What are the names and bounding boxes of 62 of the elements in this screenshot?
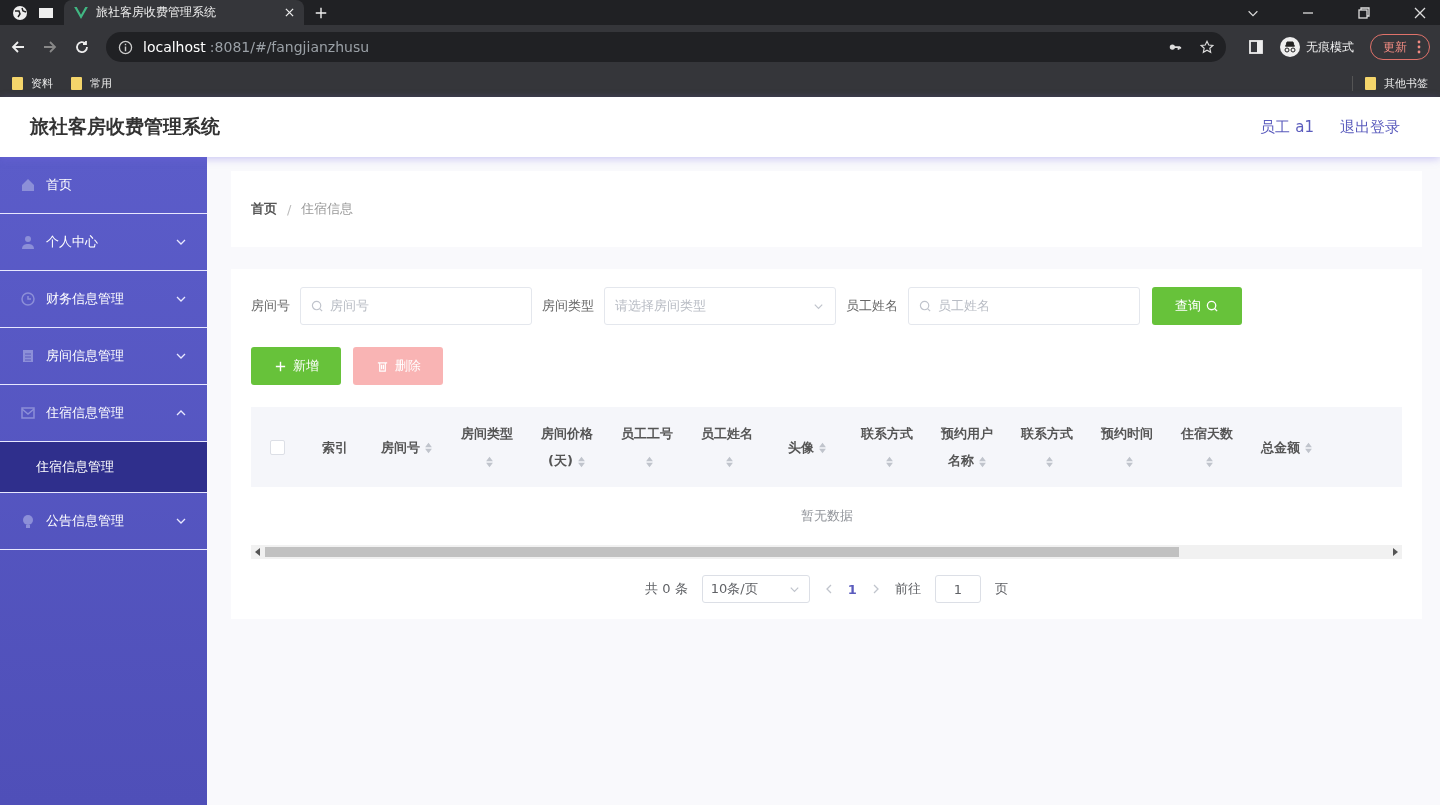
- column-header[interactable]: 头像: [787, 433, 827, 461]
- bookmark-folder[interactable]: 常用: [71, 75, 112, 91]
- home-icon: [20, 177, 36, 193]
- logout-link[interactable]: 退出登录: [1340, 117, 1400, 137]
- star-icon[interactable]: [1200, 40, 1214, 54]
- filter-label: 房间类型: [542, 297, 594, 315]
- filter-label: 员工姓名: [846, 297, 898, 315]
- envelope-icon: [20, 405, 36, 421]
- more-icon[interactable]: [1417, 40, 1421, 54]
- page-number[interactable]: 1: [847, 581, 857, 597]
- close-icon[interactable]: [285, 8, 294, 17]
- user-name: 员工 a1: [1260, 117, 1314, 137]
- column-header[interactable]: 联系方式: [856, 420, 918, 474]
- logo-icon: [74, 6, 88, 19]
- search-icon: [919, 299, 932, 313]
- incognito-badge[interactable]: 无痕模式: [1280, 37, 1354, 57]
- horizontal-scrollbar[interactable]: [251, 545, 1402, 559]
- column-header[interactable]: 预约用户名称: [936, 420, 998, 474]
- column-header[interactable]: 预约时间: [1096, 420, 1158, 474]
- column-header[interactable]: 员工姓名: [696, 420, 758, 474]
- column-header[interactable]: 联系方式: [1016, 420, 1078, 474]
- search-icon: [1206, 299, 1219, 313]
- address-bar[interactable]: localhost :8081/#/fangjianzhusu: [106, 32, 1226, 62]
- scroll-right-icon[interactable]: [1392, 548, 1398, 556]
- column-header[interactable]: 员工工号: [616, 420, 678, 474]
- back-icon[interactable]: [10, 39, 26, 55]
- select-all-checkbox[interactable]: [269, 439, 285, 455]
- column-header[interactable]: 房间号: [381, 433, 433, 461]
- search-icon: [311, 299, 324, 313]
- breadcrumb-separator: /: [287, 201, 292, 217]
- sidebar-subitem[interactable]: 住宿信息管理: [0, 442, 207, 493]
- page-size-select[interactable]: 10条/页: [701, 575, 810, 603]
- bookmark-folder[interactable]: 其他书签: [1352, 75, 1428, 91]
- document-icon: [20, 348, 36, 364]
- forward-icon[interactable]: [42, 39, 58, 55]
- clock-icon: [20, 291, 36, 307]
- reload-icon[interactable]: [74, 39, 90, 55]
- goto-page-field[interactable]: 1: [934, 575, 981, 603]
- goto-label: 前往: [894, 580, 921, 598]
- lightbulb-icon: [20, 513, 36, 529]
- restore-icon[interactable]: [1356, 4, 1372, 21]
- page-suffix: 页: [994, 580, 1008, 598]
- column-header[interactable]: 房间价格(天): [536, 420, 598, 474]
- info-icon[interactable]: [118, 39, 133, 55]
- browser-tab[interactable]: 旅社客房收费管理系统: [64, 0, 304, 25]
- side-panel-icon[interactable]: [1248, 39, 1264, 55]
- scroll-left-icon[interactable]: [255, 548, 261, 556]
- empty-text: 暂无数据: [800, 507, 853, 525]
- bookmark-folder[interactable]: 资料: [12, 75, 53, 91]
- new-tab-icon[interactable]: [314, 5, 328, 20]
- column-header[interactable]: 总金额: [1261, 433, 1313, 461]
- filter-label: 房间号: [251, 297, 290, 315]
- plus-icon: [273, 359, 287, 373]
- breadcrumb-link[interactable]: 首页: [251, 200, 277, 218]
- column-header[interactable]: 住宿天数: [1176, 420, 1238, 474]
- total-count: 共 0 条: [645, 580, 688, 598]
- column-header[interactable]: 索引: [322, 433, 348, 461]
- app-title: 旅社客房收费管理系统: [30, 114, 220, 139]
- globe-icon[interactable]: [12, 4, 28, 21]
- user-icon: [20, 234, 36, 250]
- column-header[interactable]: 房间类型: [456, 420, 518, 474]
- trash-icon: [375, 359, 389, 373]
